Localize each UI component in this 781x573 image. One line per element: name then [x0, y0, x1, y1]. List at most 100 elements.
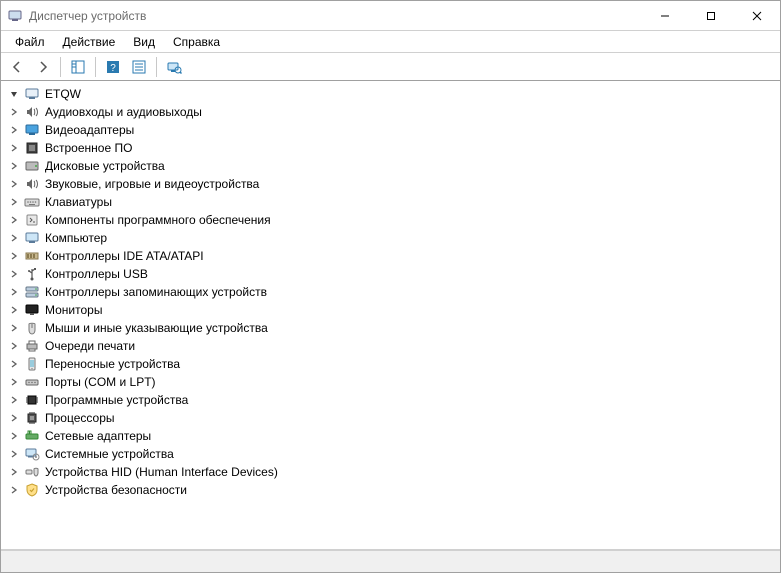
tree-category-label: Устройства безопасности: [45, 483, 187, 497]
chevron-right-icon[interactable]: [7, 195, 21, 209]
tree-category-row[interactable]: Дисковые устройства: [3, 157, 778, 175]
storage-icon: [24, 284, 40, 300]
disk-icon: [24, 158, 40, 174]
audio-icon: [24, 176, 40, 192]
tree-category-row[interactable]: Компьютер: [3, 229, 778, 247]
tree-category: Системные устройства: [3, 445, 778, 463]
chevron-right-icon[interactable]: [7, 321, 21, 335]
tree-category-row[interactable]: Аудиовходы и аудиовыходы: [3, 103, 778, 121]
tree-category-label: Мыши и иные указывающие устройства: [45, 321, 268, 335]
status-bar: [1, 550, 780, 572]
tree-category-row[interactable]: Контроллеры IDE ATA/ATAPI: [3, 247, 778, 265]
nav-back-button[interactable]: [5, 56, 29, 78]
scan-hardware-button[interactable]: [162, 56, 186, 78]
tree-category: Встроенное ПО: [3, 139, 778, 157]
tree-category-row[interactable]: Устройства HID (Human Interface Devices): [3, 463, 778, 481]
tree-category: Порты (COM и LPT): [3, 373, 778, 391]
window-controls: [642, 1, 780, 30]
tree-category: Компоненты программного обеспечения: [3, 211, 778, 229]
tree-root-row[interactable]: ETQW: [3, 85, 778, 103]
tree-category: Компьютер: [3, 229, 778, 247]
device-tree-panel[interactable]: ETQW Аудиовходы и аудиовыходыВидеоадапте…: [1, 81, 780, 550]
close-button[interactable]: [734, 1, 780, 30]
minimize-button[interactable]: [642, 1, 688, 30]
chevron-right-icon[interactable]: [7, 285, 21, 299]
chevron-right-icon[interactable]: [7, 411, 21, 425]
chevron-right-icon[interactable]: [7, 357, 21, 371]
tree-category-row[interactable]: Очереди печати: [3, 337, 778, 355]
tree-category-label: Компьютер: [45, 231, 107, 245]
chevron-right-icon[interactable]: [7, 231, 21, 245]
window-title: Диспетчер устройств: [29, 9, 146, 23]
chevron-right-icon[interactable]: [7, 249, 21, 263]
menu-view[interactable]: Вид: [125, 33, 163, 51]
chevron-right-icon[interactable]: [7, 339, 21, 353]
tree-category-row[interactable]: Видеоадаптеры: [3, 121, 778, 139]
hid-icon: [24, 464, 40, 480]
cpu-icon: [24, 410, 40, 426]
show-hide-tree-button[interactable]: [66, 56, 90, 78]
chevron-right-icon[interactable]: [7, 123, 21, 137]
tree-category-row[interactable]: Программные устройства: [3, 391, 778, 409]
chevron-right-icon[interactable]: [7, 393, 21, 407]
tree-category-label: Очереди печати: [45, 339, 135, 353]
chevron-right-icon[interactable]: [7, 303, 21, 317]
menu-file[interactable]: Файл: [7, 33, 53, 51]
tree-category: Контроллеры USB: [3, 265, 778, 283]
tree-category-row[interactable]: Процессоры: [3, 409, 778, 427]
firmware-icon: [24, 140, 40, 156]
maximize-button[interactable]: [688, 1, 734, 30]
tree-category-row[interactable]: Сетевые адаптеры: [3, 427, 778, 445]
chevron-right-icon[interactable]: [7, 105, 21, 119]
tree-category-row[interactable]: Контроллеры USB: [3, 265, 778, 283]
chevron-right-icon[interactable]: [7, 141, 21, 155]
tree-category-row[interactable]: Звуковые, игровые и видеоустройства: [3, 175, 778, 193]
chevron-right-icon[interactable]: [7, 177, 21, 191]
chevron-right-icon[interactable]: [7, 429, 21, 443]
tree-root-label: ETQW: [45, 87, 81, 101]
tree-category-row[interactable]: Переносные устройства: [3, 355, 778, 373]
chevron-right-icon[interactable]: [7, 267, 21, 281]
chevron-right-icon[interactable]: [7, 483, 21, 497]
tree-category-row[interactable]: Мониторы: [3, 301, 778, 319]
portable-icon: [24, 356, 40, 372]
chevron-right-icon[interactable]: [7, 447, 21, 461]
usb-icon: [24, 266, 40, 282]
tree-category-row[interactable]: Контроллеры запоминающих устройств: [3, 283, 778, 301]
tree-category-label: Мониторы: [45, 303, 102, 317]
ide-icon: [24, 248, 40, 264]
chevron-right-icon[interactable]: [7, 213, 21, 227]
monitor-icon: [24, 302, 40, 318]
tree-category-row[interactable]: Клавиатуры: [3, 193, 778, 211]
tree-category-label: Сетевые адаптеры: [45, 429, 151, 443]
chevron-down-icon[interactable]: [7, 87, 21, 101]
help-button[interactable]: ?: [101, 56, 125, 78]
chevron-right-icon[interactable]: [7, 375, 21, 389]
properties-button[interactable]: [127, 56, 151, 78]
nav-forward-button[interactable]: [31, 56, 55, 78]
tree-category: Аудиовходы и аудиовыходы: [3, 103, 778, 121]
toolbar-separator: [60, 57, 61, 77]
tree-category-row[interactable]: Системные устройства: [3, 445, 778, 463]
tree-category: Клавиатуры: [3, 193, 778, 211]
tree-category-row[interactable]: Устройства безопасности: [3, 481, 778, 499]
tree-category-row[interactable]: Компоненты программного обеспечения: [3, 211, 778, 229]
menu-action[interactable]: Действие: [55, 33, 124, 51]
toolbar-separator: [95, 57, 96, 77]
tree-category-label: Устройства HID (Human Interface Devices): [45, 465, 278, 479]
tree-category-row[interactable]: Встроенное ПО: [3, 139, 778, 157]
tree-category-row[interactable]: Порты (COM и LPT): [3, 373, 778, 391]
mouse-icon: [24, 320, 40, 336]
tree-category-label: Клавиатуры: [45, 195, 112, 209]
title-bar: Диспетчер устройств: [1, 1, 780, 31]
app-icon: [7, 8, 23, 24]
chevron-right-icon[interactable]: [7, 465, 21, 479]
menu-help[interactable]: Справка: [165, 33, 228, 51]
tree-category-row[interactable]: Мыши и иные указывающие устройства: [3, 319, 778, 337]
chevron-right-icon[interactable]: [7, 159, 21, 173]
tree-category-label: Порты (COM и LPT): [45, 375, 156, 389]
tree-category: Процессоры: [3, 409, 778, 427]
printqueue-icon: [24, 338, 40, 354]
computer-icon: [24, 86, 40, 102]
tree-category: Контроллеры IDE ATA/ATAPI: [3, 247, 778, 265]
